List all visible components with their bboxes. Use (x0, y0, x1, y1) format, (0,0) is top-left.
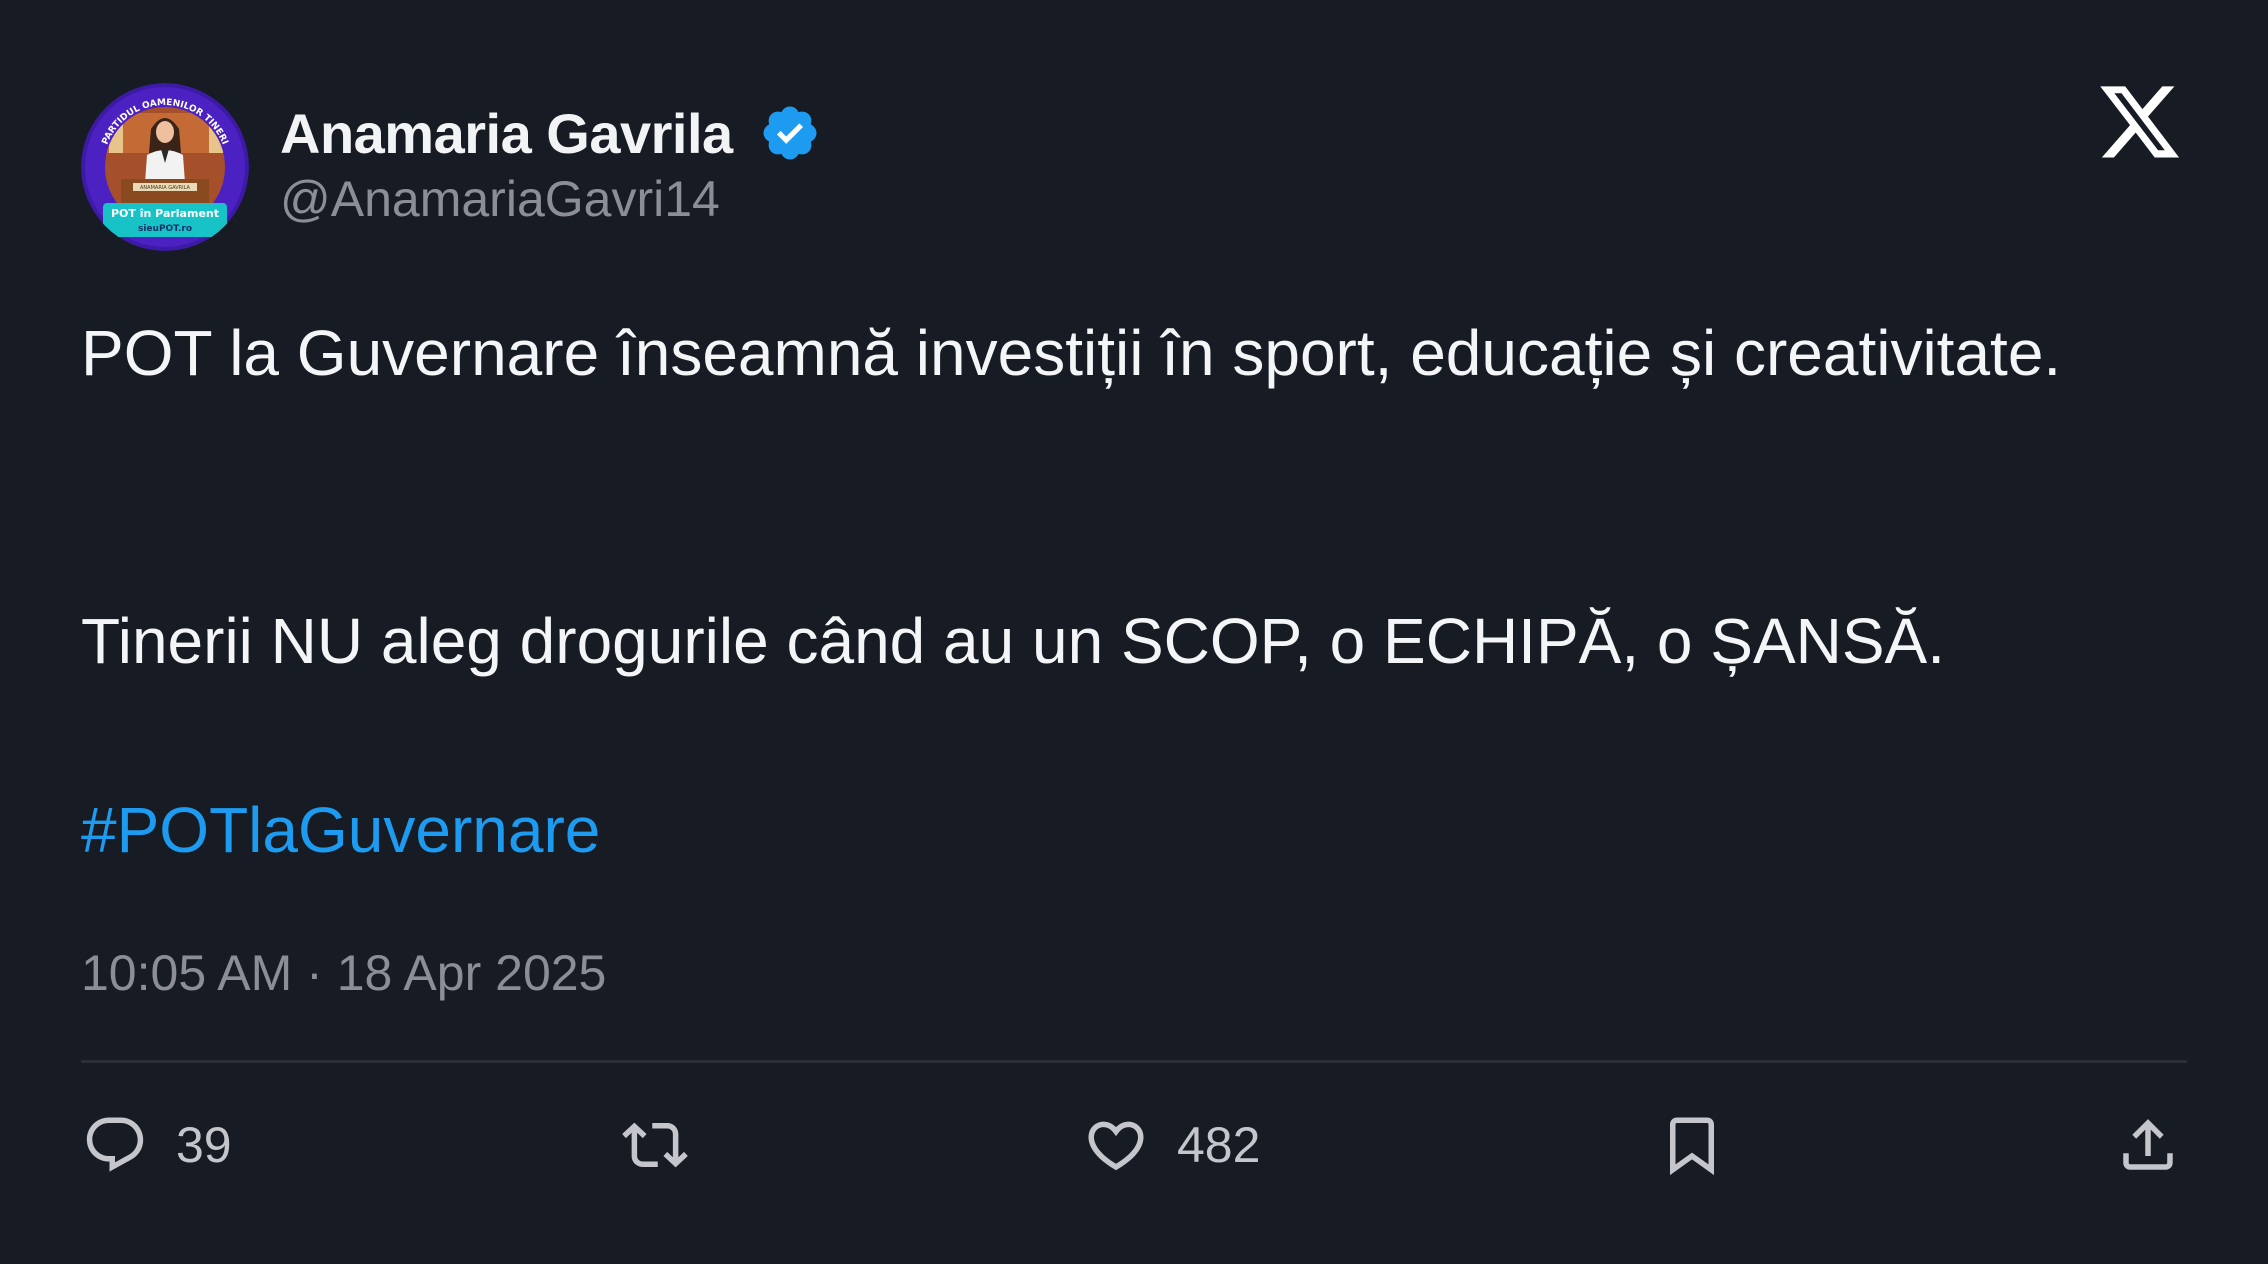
svg-text:ANAMARIA GAVRILA: ANAMARIA GAVRILA (140, 185, 191, 191)
like-count: 482 (1177, 1117, 1261, 1173)
like-button[interactable]: 482 (1083, 1110, 1260, 1180)
retweet-button[interactable] (622, 1110, 716, 1180)
tweet-timestamp[interactable]: 10:05 AM · 18 Apr 2025 (81, 944, 606, 1002)
verified-badge-icon (759, 102, 821, 164)
divider (81, 1060, 2187, 1063)
author-handle[interactable]: @AnamariaGavri14 (280, 170, 720, 228)
share-icon (2115, 1112, 2181, 1178)
avatar-image: PARTIDUL OAMENILOR TINERI ANAMARIA GAVRI… (81, 83, 249, 251)
svg-text:sieuPOT.ro: sieuPOT.ro (138, 224, 192, 234)
bookmark-button[interactable] (1659, 1110, 1725, 1180)
author-name-row: Anamaria Gavrila (280, 98, 821, 168)
share-button[interactable] (2115, 1110, 2181, 1180)
retweet-icon (622, 1112, 688, 1178)
bookmark-icon (1659, 1112, 1725, 1178)
tweet-card: PARTIDUL OAMENILOR TINERI ANAMARIA GAVRI… (0, 0, 2268, 1264)
author-display-name[interactable]: Anamaria Gavrila (280, 101, 733, 166)
avatar[interactable]: PARTIDUL OAMENILOR TINERI ANAMARIA GAVRI… (81, 83, 249, 251)
reply-icon (82, 1112, 148, 1178)
tweet-paragraph: Tinerii NU aleg drogurile când au un SCO… (81, 605, 1945, 677)
x-logo-icon[interactable] (2100, 86, 2182, 164)
heart-icon (1083, 1112, 1149, 1178)
hashtag-link[interactable]: #POTlaGuvernare (81, 782, 600, 878)
reply-count: 39 (176, 1117, 232, 1173)
reply-button[interactable]: 39 (82, 1110, 232, 1180)
svg-text:POT în Parlament: POT în Parlament (111, 207, 219, 220)
tweet-paragraph: POT la Guvernare înseamnă investiții în … (81, 317, 2062, 389)
